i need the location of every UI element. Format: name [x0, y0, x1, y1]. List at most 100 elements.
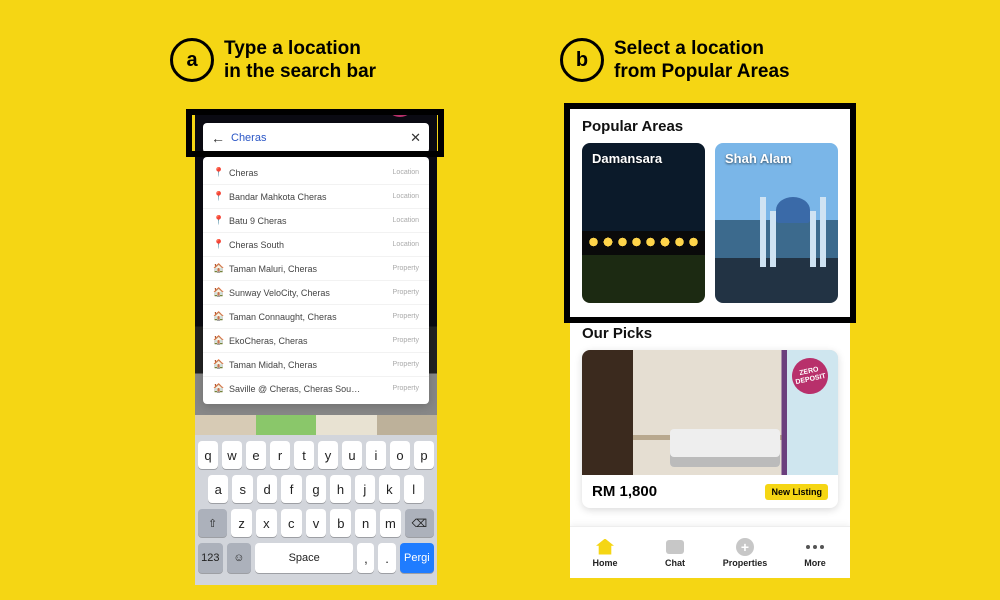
nav-more[interactable]: More	[780, 527, 850, 578]
suggestion-tag: Location	[393, 217, 419, 224]
keyboard-row-4: 123 ☺ Space , . Pergi	[198, 543, 434, 573]
search-bar[interactable]: ← ✕	[203, 123, 429, 153]
nav-more-label: More	[804, 558, 826, 568]
plus-icon: +	[735, 538, 755, 556]
more-icon	[805, 538, 825, 556]
home-icon: 🏠	[213, 383, 223, 394]
suggestion-row[interactable]: 📍 Bandar Mahkota Cheras Location	[203, 185, 429, 209]
nav-home[interactable]: Home	[570, 527, 640, 578]
key-v[interactable]: v	[306, 509, 327, 537]
key-q[interactable]: q	[198, 441, 218, 469]
home-icon: 🏠	[213, 263, 223, 274]
suggestion-name: Bandar Mahkota Cheras	[229, 192, 327, 202]
key-g[interactable]: g	[306, 475, 326, 503]
step-b-title: Select a location from Popular Areas	[614, 38, 790, 84]
key-l[interactable]: l	[404, 475, 424, 503]
key-x[interactable]: x	[256, 509, 277, 537]
suggestion-tag: Location	[393, 241, 419, 248]
suggestion-name: Taman Connaught, Cheras	[229, 312, 337, 322]
back-arrow-icon[interactable]: ←	[211, 130, 225, 146]
suggestion-row[interactable]: 📍Cheras SouthLocation	[203, 233, 429, 257]
suggestion-row[interactable]: 🏠Sunway VeloCity, CherasProperty	[203, 281, 429, 305]
key-o[interactable]: o	[390, 441, 410, 469]
city-lights-decor	[582, 233, 705, 251]
keyboard: qwertyuiop asdfghjkl ⇧zxcvbnm⌫ 123 ☺ Spa…	[195, 435, 437, 585]
key-e[interactable]: e	[246, 441, 266, 469]
key-f[interactable]: f	[281, 475, 301, 503]
nav-properties[interactable]: + Properties	[710, 527, 780, 578]
key-123[interactable]: 123	[198, 543, 223, 573]
nav-chat-label: Chat	[665, 558, 685, 568]
home-icon: 🏠	[213, 311, 223, 322]
suggestion-row[interactable]: 📍 Batu 9 Cheras Location	[203, 209, 429, 233]
nav-chat[interactable]: Chat	[640, 527, 710, 578]
suggestion-name: Batu 9 Cheras	[229, 216, 287, 226]
area-card-damansara[interactable]: Damansara	[582, 143, 705, 303]
key-comma[interactable]: ,	[357, 543, 374, 573]
key-i[interactable]: i	[366, 441, 386, 469]
phone-search: ← ✕ 📍 Cheras Location 📍 Bandar Mahkota Chera…	[195, 115, 437, 585]
key-⌫[interactable]: ⌫	[405, 509, 434, 537]
pin-icon: 📍	[213, 239, 223, 250]
suggestion-tag: Property	[393, 337, 419, 344]
step-b-title-line1: Select a location	[614, 38, 790, 61]
suggestion-row[interactable]: 🏠EkoCheras, CherasProperty	[203, 329, 429, 353]
key-z[interactable]: z	[231, 509, 252, 537]
suggestion-row[interactable]: 🏠Taman Midah, CherasProperty	[203, 353, 429, 377]
key-space[interactable]: Space	[255, 543, 353, 573]
home-icon: 🏠	[213, 287, 223, 298]
suggestion-name: Saville @ Cheras, Cheras Sou…	[229, 384, 360, 394]
key-dot[interactable]: .	[378, 543, 395, 573]
pin-icon: 📍	[213, 215, 223, 226]
key-j[interactable]: j	[355, 475, 375, 503]
home-icon: 🏠	[213, 335, 223, 346]
suggestion-tag: Property	[393, 385, 419, 392]
suggestion-name: Cheras	[229, 168, 258, 178]
key-d[interactable]: d	[257, 475, 277, 503]
search-input[interactable]	[231, 132, 410, 144]
key-u[interactable]: u	[342, 441, 362, 469]
key-k[interactable]: k	[379, 475, 399, 503]
key-s[interactable]: s	[232, 475, 252, 503]
key-c[interactable]: c	[281, 509, 302, 537]
pick-price: RM 1,800	[592, 483, 657, 500]
key-y[interactable]: y	[318, 441, 338, 469]
mosque-decor	[758, 177, 828, 267]
key-w[interactable]: w	[222, 441, 242, 469]
step-b-bubble: b	[560, 38, 604, 82]
pin-icon: 📍	[213, 191, 223, 202]
area-label: Damansara	[592, 151, 662, 166]
key-r[interactable]: r	[270, 441, 290, 469]
bottom-nav: Home Chat + Properties More	[570, 526, 850, 578]
key-p[interactable]: p	[414, 441, 434, 469]
suggestion-row[interactable]: 🏠Taman Connaught, CherasProperty	[203, 305, 429, 329]
popular-areas-title: Popular Areas	[570, 108, 850, 143]
key-go[interactable]: Pergi	[400, 543, 434, 573]
suggestion-row[interactable]: 🏠Taman Maluri, CherasProperty	[203, 257, 429, 281]
our-picks-title: Our Picks	[570, 315, 850, 350]
pin-icon: 📍	[213, 167, 223, 178]
step-b-header: b Select a location from Popular Areas	[560, 38, 790, 84]
keyboard-row-2: asdfghjkl	[198, 475, 434, 503]
key-m[interactable]: m	[380, 509, 401, 537]
step-a-bubble: a	[170, 38, 214, 82]
key-t[interactable]: t	[294, 441, 314, 469]
key-n[interactable]: n	[355, 509, 376, 537]
suggestion-name: Taman Midah, Cheras	[229, 360, 317, 370]
area-card-shah-alam[interactable]: Shah Alam	[715, 143, 838, 303]
suggestion-tag: Location	[393, 193, 419, 200]
step-b-title-line2: from Popular Areas	[614, 61, 790, 84]
suggestion-tag: Property	[393, 361, 419, 368]
suggestion-row[interactable]: 📍CherasLocation	[203, 161, 429, 185]
suggestion-row[interactable]: 🏠 Saville @ Cheras, Cheras Sou… Property	[203, 377, 429, 400]
pick-card[interactable]: ZERO DEPOSIT RM 1,800 New Listing	[582, 350, 838, 508]
key-a[interactable]: a	[208, 475, 228, 503]
key-emoji[interactable]: ☺	[227, 543, 252, 573]
key-b[interactable]: b	[330, 509, 351, 537]
key-h[interactable]: h	[330, 475, 350, 503]
keyboard-row-3: ⇧zxcvbnm⌫	[198, 509, 434, 537]
key-⇧[interactable]: ⇧	[198, 509, 227, 537]
search-suggestions: 📍 Cheras Location 📍 Bandar Mahkota Cheras Loc…	[203, 157, 429, 404]
clear-icon[interactable]: ✕	[410, 130, 421, 146]
new-listing-tag: New Listing	[765, 484, 828, 500]
